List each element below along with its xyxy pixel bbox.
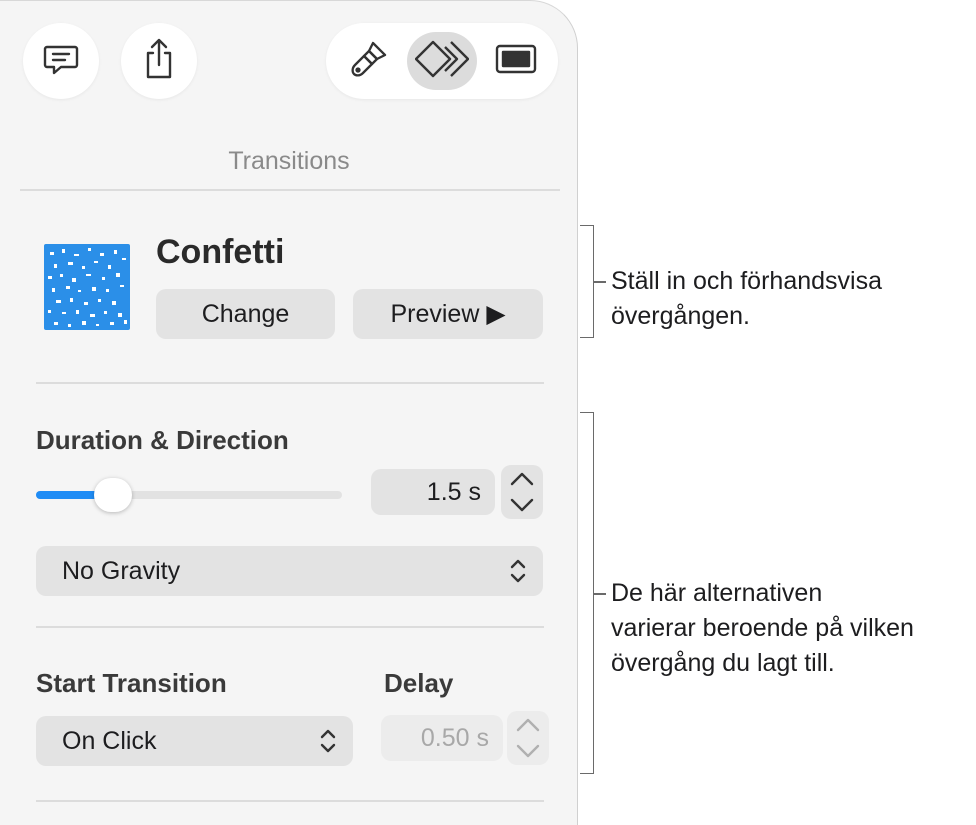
tab-animate[interactable] [407,32,477,90]
divider [36,382,544,384]
duration-value-field[interactable]: 1.5 s [371,469,495,515]
direction-value: No Gravity [62,556,181,585]
delay-stepper[interactable] [507,711,549,765]
chevron-updown-icon [509,558,527,591]
stepper-down-icon[interactable] [507,738,549,764]
start-transition-value: On Click [62,726,157,755]
section-title: Transitions [228,147,350,175]
tab-format[interactable] [334,32,404,90]
callout-top-line2: övergången. [611,302,751,330]
callout-bottom-text: De här alternativen varierar beroende på… [611,576,914,681]
comment-button[interactable] [23,23,99,99]
callout-leader [594,281,606,283]
preview-button[interactable]: Preview ▶ [353,289,543,339]
stepper-up-icon[interactable] [501,466,543,492]
callout-bracket [580,225,594,338]
duration-stepper[interactable] [501,465,543,519]
callout-bottom-line2: varierar beroende på vilken [611,614,914,642]
callout-top-line1: Ställ in och förhandsvisa [611,267,882,295]
callout-bracket [580,412,594,774]
comment-icon [41,39,81,84]
paintbrush-icon [349,39,389,84]
delay-value-field[interactable]: 0.50 s [381,715,503,761]
direction-select[interactable]: No Gravity [36,546,543,596]
callout-top-text: Ställ in och förhandsvisa övergången. [611,264,882,334]
start-transition-label: Start Transition [36,668,227,698]
callout-bottom-line1: De här alternativen [611,579,823,607]
change-button[interactable]: Change [156,289,335,339]
inspector-panel: Transitions Confetti Change Preview ▶ Du… [0,0,578,825]
stepper-down-icon[interactable] [501,492,543,518]
divider [36,626,544,628]
divider [36,800,544,802]
duration-label: Duration & Direction [36,425,289,455]
duration-slider[interactable] [36,491,342,499]
transition-name: Confetti [156,233,285,271]
callout-bottom-line3: övergång du lagt till. [611,649,835,677]
slider-knob[interactable] [94,478,132,512]
document-icon [495,42,537,81]
animate-diamond-icon [414,39,470,84]
share-icon [139,37,179,86]
callout-leader [594,593,606,595]
chevron-updown-icon [319,728,337,761]
inspector-tabs [326,23,558,99]
share-button[interactable] [121,23,197,99]
divider [20,189,560,191]
tab-document[interactable] [481,32,551,90]
stepper-up-icon[interactable] [507,712,549,738]
delay-label: Delay [384,668,454,698]
start-transition-select[interactable]: On Click [36,716,353,766]
transition-thumbnail [44,244,130,330]
